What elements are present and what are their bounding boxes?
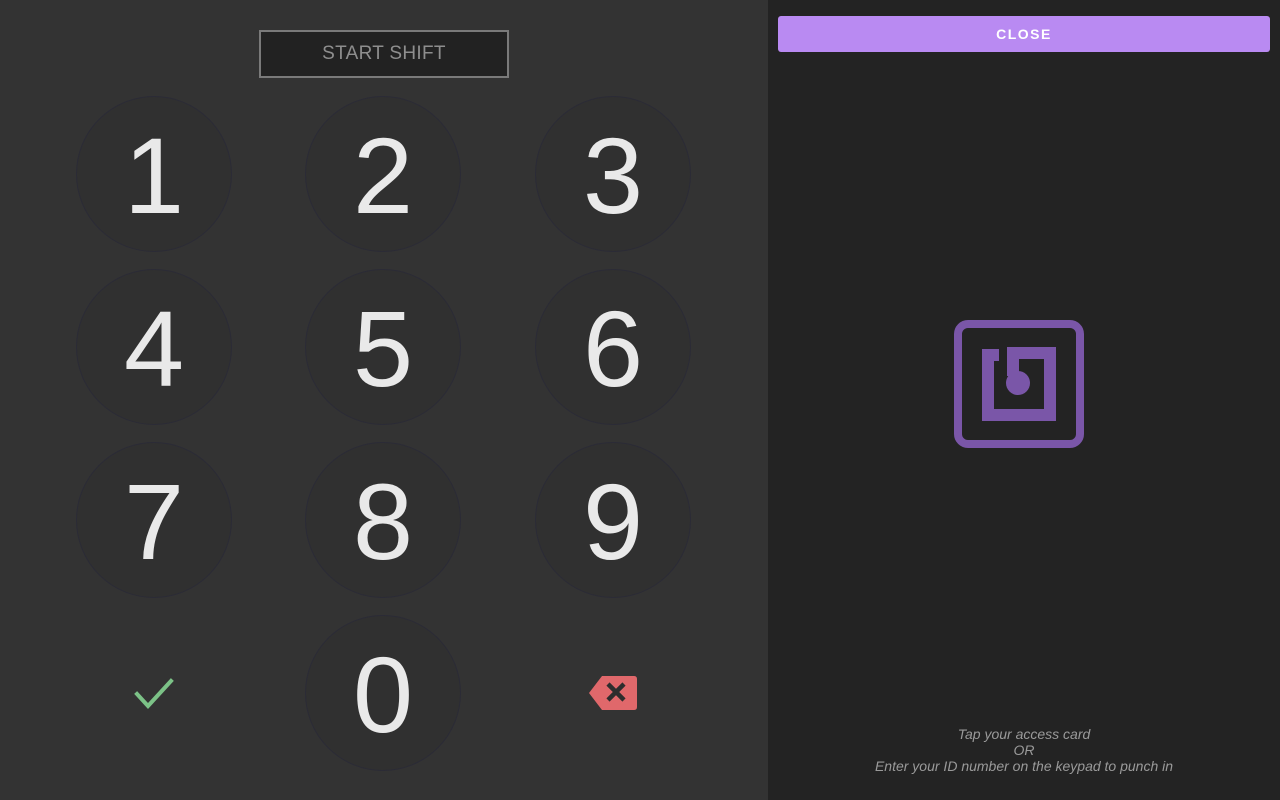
close-label: CLOSE — [996, 26, 1052, 42]
key-1-label: 1 — [123, 115, 185, 236]
key-3[interactable]: 3 — [535, 96, 691, 252]
key-6[interactable]: 6 — [535, 269, 691, 425]
start-shift-field[interactable]: START SHIFT — [259, 30, 509, 78]
nfc-icon — [954, 320, 1084, 448]
instruction-line-1: Tap your access card — [957, 726, 1091, 742]
key-7[interactable]: 7 — [76, 442, 232, 598]
punch-in-instructions: Tap your access card OR Enter your ID nu… — [768, 726, 1280, 774]
key-4-label: 4 — [123, 288, 185, 409]
key-5-label: 5 — [352, 288, 414, 409]
check-icon — [134, 678, 174, 709]
key-1[interactable]: 1 — [76, 96, 232, 252]
key-3-label: 3 — [582, 115, 644, 236]
key-5[interactable]: 5 — [305, 269, 461, 425]
backspace-button[interactable] — [535, 615, 691, 771]
key-0-label: 0 — [352, 634, 414, 755]
confirm-button[interactable] — [76, 615, 232, 771]
key-6-label: 6 — [582, 288, 644, 409]
key-8-label: 8 — [352, 461, 414, 582]
start-shift-label: START SHIFT — [322, 43, 446, 64]
key-4[interactable]: 4 — [76, 269, 232, 425]
key-9[interactable]: 9 — [535, 442, 691, 598]
key-8[interactable]: 8 — [305, 442, 461, 598]
backspace-icon — [589, 676, 637, 710]
instruction-line-2: OR — [1013, 742, 1035, 758]
key-0[interactable]: 0 — [305, 615, 461, 771]
key-9-label: 9 — [582, 461, 644, 582]
key-7-label: 7 — [123, 461, 185, 582]
key-2-label: 2 — [352, 115, 414, 236]
key-2[interactable]: 2 — [305, 96, 461, 252]
instruction-line-3: Enter your ID number on the keypad to pu… — [874, 758, 1174, 774]
close-button[interactable]: CLOSE — [778, 16, 1270, 52]
